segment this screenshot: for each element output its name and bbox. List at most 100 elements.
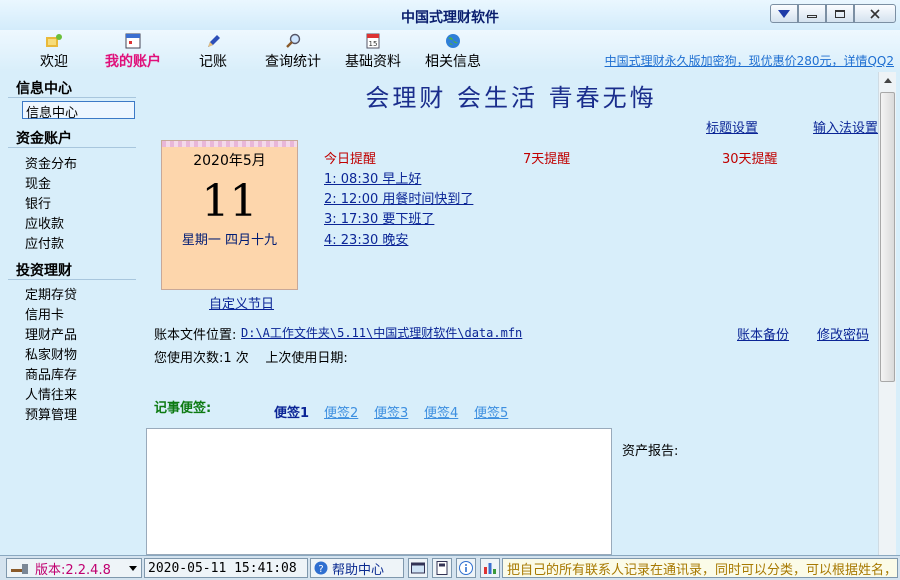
keyboard-button[interactable] bbox=[408, 558, 428, 578]
reminder-item[interactable]: 1: 08:30 早上好 bbox=[324, 168, 421, 187]
sidebar: 信息中心 信息中心 资金账户 资金分布 现金 银行 应收款 应付款 投资理财 定… bbox=[0, 72, 144, 555]
tool-label: 欢迎 bbox=[40, 54, 68, 70]
slogan: 会理财 会生活 青春无悔 bbox=[365, 84, 657, 112]
calendar-weekday-lunar: 星期一 四月十九 bbox=[181, 233, 278, 248]
tool-related-info[interactable]: 相关信息 bbox=[422, 30, 484, 72]
sidebar-item-private-property[interactable]: 私家财物 bbox=[25, 344, 77, 363]
memo-textarea[interactable] bbox=[146, 428, 612, 555]
hammer-icon bbox=[11, 564, 28, 574]
tip-text: 把自己的所有联系人记录在通讯录，同时可以分类，可以根据姓名，电话, bbox=[502, 558, 898, 578]
datetime-display: 2020-05-11 15:41:08 bbox=[144, 558, 308, 578]
calendar-card: 2020年5月 11 星期一 四月十九 bbox=[161, 140, 298, 290]
title-settings-link[interactable]: 标题设置 bbox=[706, 117, 758, 136]
version-dropdown[interactable]: 版本:2.2.4.8 bbox=[6, 558, 142, 578]
change-password-link[interactable]: 修改密码 bbox=[817, 324, 869, 343]
window-menu-button[interactable] bbox=[770, 4, 798, 23]
chevron-down-icon bbox=[778, 9, 790, 18]
sidebar-item-wealth-products[interactable]: 理财产品 bbox=[25, 324, 77, 343]
backup-link[interactable]: 账本备份 bbox=[737, 324, 789, 343]
help-icon: ? bbox=[314, 561, 328, 575]
reminder-item[interactable]: 2: 12:00 用餐时间快到了 bbox=[324, 188, 473, 207]
help-label: 帮助中心 bbox=[332, 562, 385, 578]
minimize-button[interactable] bbox=[798, 4, 826, 23]
scroll-up-button[interactable] bbox=[879, 72, 896, 89]
sidebar-item-bank[interactable]: 银行 bbox=[25, 193, 51, 212]
today-reminder-heading: 今日提醒 bbox=[324, 152, 377, 167]
sidebar-item-payables[interactable]: 应付款 bbox=[25, 233, 64, 252]
divider bbox=[8, 279, 136, 280]
info-icon bbox=[459, 561, 473, 575]
scroll-thumb[interactable] bbox=[880, 92, 895, 382]
note-tab-1[interactable]: 便签1 bbox=[274, 402, 309, 421]
usage-info: 您使用次数:1 次 上次使用日期: bbox=[154, 351, 348, 366]
calculator-button[interactable] bbox=[432, 558, 452, 578]
tool-basic-data[interactable]: 15 基础资料 bbox=[342, 30, 404, 72]
welcome-icon bbox=[46, 34, 62, 47]
sidebar-item-fixed-deposit[interactable]: 定期存贷 bbox=[25, 284, 77, 303]
main-panel: 会理财 会生活 青春无悔 标题设置 输入法设置 2020年5月 11 星期一 四… bbox=[144, 72, 878, 555]
tool-label: 基础资料 bbox=[345, 54, 401, 70]
minimize-icon bbox=[807, 15, 817, 18]
sidebar-section-info: 信息中心 bbox=[16, 81, 72, 97]
svg-text:?: ? bbox=[318, 564, 323, 575]
title-bar: 中国式理财软件 bbox=[0, 0, 900, 30]
account-icon bbox=[125, 33, 141, 49]
status-bar: 版本:2.2.4.8 2020-05-11 15:41:08 ? 帮助中心 把自… bbox=[0, 555, 900, 580]
statistics-button[interactable] bbox=[480, 558, 500, 578]
custom-holiday-link[interactable]: 自定义节日 bbox=[209, 293, 274, 312]
month-reminder-heading: 30天提醒 bbox=[722, 152, 778, 167]
tool-label: 相关信息 bbox=[425, 54, 481, 70]
info-button[interactable] bbox=[456, 558, 476, 578]
close-icon bbox=[870, 8, 880, 19]
maximize-button[interactable] bbox=[826, 4, 854, 23]
sidebar-item-credit-card[interactable]: 信用卡 bbox=[25, 304, 64, 323]
notes-label: 记事便签: bbox=[154, 401, 212, 416]
magnifier-icon bbox=[286, 33, 301, 48]
pen-icon bbox=[208, 35, 220, 47]
calendar-month: 2020年5月 bbox=[193, 153, 266, 169]
chevron-up-icon bbox=[883, 78, 892, 83]
calendar-binding bbox=[162, 141, 297, 147]
sidebar-item-receivables[interactable]: 应收款 bbox=[25, 213, 64, 232]
calendar-day: 11 bbox=[201, 176, 258, 227]
note-tab-4[interactable]: 便签4 bbox=[424, 402, 458, 421]
tool-query-stats[interactable]: 查询统计 bbox=[262, 30, 324, 72]
reminder-item[interactable]: 4: 23:30 晚安 bbox=[324, 229, 408, 248]
divider bbox=[8, 147, 136, 148]
promo-link[interactable]: 中国式理财永久版加密狗，现优惠价280元，详情QQ2 bbox=[605, 52, 894, 69]
tool-bookkeeping[interactable]: 记账 bbox=[196, 30, 230, 72]
file-location-label: 账本文件位置: bbox=[154, 328, 237, 343]
close-button[interactable] bbox=[854, 4, 896, 23]
tool-my-account[interactable]: 我的账户 bbox=[98, 30, 168, 72]
sidebar-item-info-center[interactable]: 信息中心 bbox=[22, 101, 135, 121]
globe-icon bbox=[446, 34, 460, 48]
tool-welcome[interactable]: 欢迎 bbox=[36, 30, 72, 72]
reminder-item[interactable]: 3: 17:30 要下班了 bbox=[324, 208, 434, 227]
window-title: 中国式理财软件 bbox=[401, 10, 499, 26]
help-center-button[interactable]: ? 帮助中心 bbox=[310, 558, 404, 578]
sidebar-item-fund-distribution[interactable]: 资金分布 bbox=[25, 153, 77, 172]
sidebar-item-inventory[interactable]: 商品库存 bbox=[25, 364, 77, 383]
divider bbox=[8, 97, 136, 98]
asset-report-label: 资产报告: bbox=[622, 444, 679, 459]
sidebar-item-gifts[interactable]: 人情往来 bbox=[25, 384, 77, 403]
version-label: 版本:2.2.4.8 bbox=[35, 562, 111, 578]
calendar-icon: 15 bbox=[366, 33, 380, 49]
main-toolbar: 欢迎 我的账户 记账 查询统计 15 基础资料 相关信息 中国式理财永久版加密狗… bbox=[0, 30, 900, 72]
note-tab-5[interactable]: 便签5 bbox=[474, 402, 508, 421]
vertical-scrollbar[interactable] bbox=[878, 72, 896, 555]
maximize-icon bbox=[835, 9, 845, 18]
sidebar-section-funds: 资金账户 bbox=[16, 131, 72, 147]
file-path-link[interactable]: D:\A工作文件夹\5.11\中国式理财软件\data.mfn bbox=[241, 324, 522, 341]
note-tab-2[interactable]: 便签2 bbox=[324, 402, 358, 421]
svg-text:15: 15 bbox=[369, 40, 378, 48]
chevron-down-icon bbox=[129, 565, 137, 571]
note-tab-3[interactable]: 便签3 bbox=[374, 402, 408, 421]
sidebar-section-invest: 投资理财 bbox=[16, 263, 72, 279]
tool-label: 记账 bbox=[199, 54, 227, 70]
sidebar-item-cash[interactable]: 现金 bbox=[25, 173, 51, 192]
tool-label: 查询统计 bbox=[265, 54, 321, 70]
bar-chart-icon bbox=[484, 563, 496, 574]
sidebar-item-budget[interactable]: 预算管理 bbox=[25, 404, 77, 423]
ime-settings-link[interactable]: 输入法设置 bbox=[813, 117, 878, 136]
